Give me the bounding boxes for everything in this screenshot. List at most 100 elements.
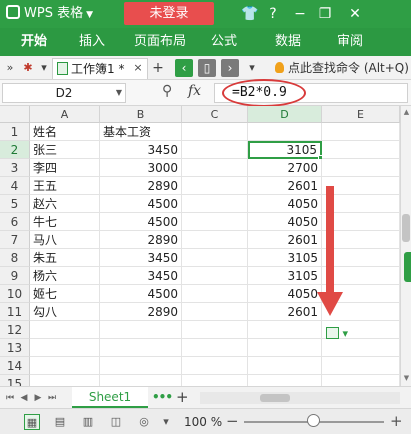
column-header-a[interactable]: A: [30, 106, 100, 123]
close-tab-icon[interactable]: ×: [130, 59, 146, 77]
cell-b1[interactable]: 基本工资: [100, 123, 182, 141]
cell-a14[interactable]: [30, 357, 100, 375]
eye-protection-icon[interactable]: ◎: [136, 414, 152, 430]
cell-a8[interactable]: 朱五: [30, 249, 100, 267]
row-header[interactable]: 5: [0, 195, 30, 213]
cell-b3[interactable]: 3000: [100, 159, 182, 177]
cell-d6[interactable]: 4050: [248, 213, 322, 231]
row-header[interactable]: 6: [0, 213, 30, 231]
dropdown-icon[interactable]: ▾: [36, 59, 52, 77]
first-sheet-icon[interactable]: ⏮: [4, 390, 16, 406]
cell-a4[interactable]: 王五: [30, 177, 100, 195]
row-header[interactable]: 7: [0, 231, 30, 249]
app-menu-button[interactable]: WPS 表格 ▼: [0, 0, 110, 28]
cell-c3[interactable]: [182, 159, 248, 177]
chevron-right-icon[interactable]: ›: [221, 59, 239, 77]
cell-c5[interactable]: [182, 195, 248, 213]
cell-b9[interactable]: 3450: [100, 267, 182, 285]
cell-d13[interactable]: [248, 339, 322, 357]
cell-d3[interactable]: 2700: [248, 159, 322, 177]
cell-a10[interactable]: 姬七: [30, 285, 100, 303]
cell-d4[interactable]: 2601: [248, 177, 322, 195]
last-sheet-icon[interactable]: ⏭: [46, 390, 58, 406]
cell-b5[interactable]: 4500: [100, 195, 182, 213]
cell-b6[interactable]: 4500: [100, 213, 182, 231]
row-header[interactable]: 13: [0, 339, 30, 357]
menu-review[interactable]: 审阅: [330, 28, 370, 56]
row-header[interactable]: 8: [0, 249, 30, 267]
row-header[interactable]: 11: [0, 303, 30, 321]
normal-view-icon[interactable]: ▦: [24, 414, 40, 430]
cell-e1[interactable]: [322, 123, 400, 141]
cell-c13[interactable]: [182, 339, 248, 357]
horizontal-scrollbar[interactable]: [200, 392, 400, 404]
scrollbar-thumb[interactable]: [260, 394, 290, 402]
cell-c14[interactable]: [182, 357, 248, 375]
sheet-tab-sheet1[interactable]: Sheet1: [72, 387, 148, 408]
cell-a5[interactable]: 赵六: [30, 195, 100, 213]
cell-b12[interactable]: [100, 321, 182, 339]
cell-d1[interactable]: [248, 123, 322, 141]
cell-c11[interactable]: [182, 303, 248, 321]
cell-d14[interactable]: [248, 357, 322, 375]
cell-b10[interactable]: 4500: [100, 285, 182, 303]
autofill-options-button[interactable]: ▾: [326, 327, 356, 345]
cell-d12[interactable]: [248, 321, 322, 339]
row-header[interactable]: 1: [0, 123, 30, 141]
close-icon[interactable]: ✕: [345, 4, 365, 24]
menu-data[interactable]: 数据: [268, 28, 308, 56]
cell-b8[interactable]: 3450: [100, 249, 182, 267]
cell-d11[interactable]: 2601: [248, 303, 322, 321]
column-header-c[interactable]: C: [182, 106, 248, 123]
cell-a13[interactable]: [30, 339, 100, 357]
cell-d9[interactable]: 3105: [248, 267, 322, 285]
scrollbar-thumb[interactable]: [402, 214, 410, 242]
pin-icon[interactable]: ✱: [20, 59, 36, 77]
shirt-icon[interactable]: 👕: [240, 4, 260, 24]
zoom-slider-thumb[interactable]: [307, 414, 320, 427]
cell-a3[interactable]: 李四: [30, 159, 100, 177]
next-sheet-icon[interactable]: ▶: [32, 390, 44, 406]
menu-insert[interactable]: 插入: [72, 28, 112, 56]
cell-a9[interactable]: 杨六: [30, 267, 100, 285]
row-header[interactable]: 10: [0, 285, 30, 303]
cell-b2[interactable]: 3450: [100, 141, 182, 159]
select-all-corner[interactable]: [0, 106, 30, 123]
zoom-search-icon[interactable]: ⚲: [162, 83, 172, 99]
cell-b14[interactable]: [100, 357, 182, 375]
cell-d8[interactable]: 3105: [248, 249, 322, 267]
row-header[interactable]: 3: [0, 159, 30, 177]
cell-a6[interactable]: 牛七: [30, 213, 100, 231]
cell-b11[interactable]: 2890: [100, 303, 182, 321]
row-header[interactable]: 12: [0, 321, 30, 339]
row-header[interactable]: 14: [0, 357, 30, 375]
prev-sheet-icon[interactable]: ◀: [18, 390, 30, 406]
column-header-b[interactable]: B: [100, 106, 182, 123]
cell-c12[interactable]: [182, 321, 248, 339]
cell-b13[interactable]: [100, 339, 182, 357]
column-header-d[interactable]: D: [248, 106, 322, 123]
row-header[interactable]: 9: [0, 267, 30, 285]
command-search[interactable]: 点此查找命令 (Alt+Q): [275, 59, 409, 77]
cell-e2[interactable]: [322, 141, 400, 159]
expand-icon[interactable]: »: [2, 59, 18, 77]
insert-function-button[interactable]: fx: [188, 83, 201, 99]
cell-c10[interactable]: [182, 285, 248, 303]
cell-b4[interactable]: 2890: [100, 177, 182, 195]
more-icon[interactable]: ▾: [244, 59, 260, 77]
cell-c4[interactable]: [182, 177, 248, 195]
selected-cell[interactable]: 3105: [248, 141, 322, 159]
menu-page-layout[interactable]: 页面布局: [128, 28, 192, 56]
cell-a11[interactable]: 勾八: [30, 303, 100, 321]
cell-c7[interactable]: [182, 231, 248, 249]
document-icon[interactable]: ▯: [198, 59, 216, 77]
page-layout-icon[interactable]: ▥: [80, 414, 96, 430]
column-header-e[interactable]: E: [322, 106, 400, 123]
new-tab-button[interactable]: +: [150, 59, 166, 77]
side-panel-toggle[interactable]: [404, 252, 411, 282]
cell-d10[interactable]: 4050: [248, 285, 322, 303]
zoom-out-button[interactable]: −: [226, 412, 239, 430]
cell-d5[interactable]: 4050: [248, 195, 322, 213]
add-sheet-button[interactable]: +: [176, 388, 189, 406]
menu-formulas[interactable]: 公式: [204, 28, 244, 56]
